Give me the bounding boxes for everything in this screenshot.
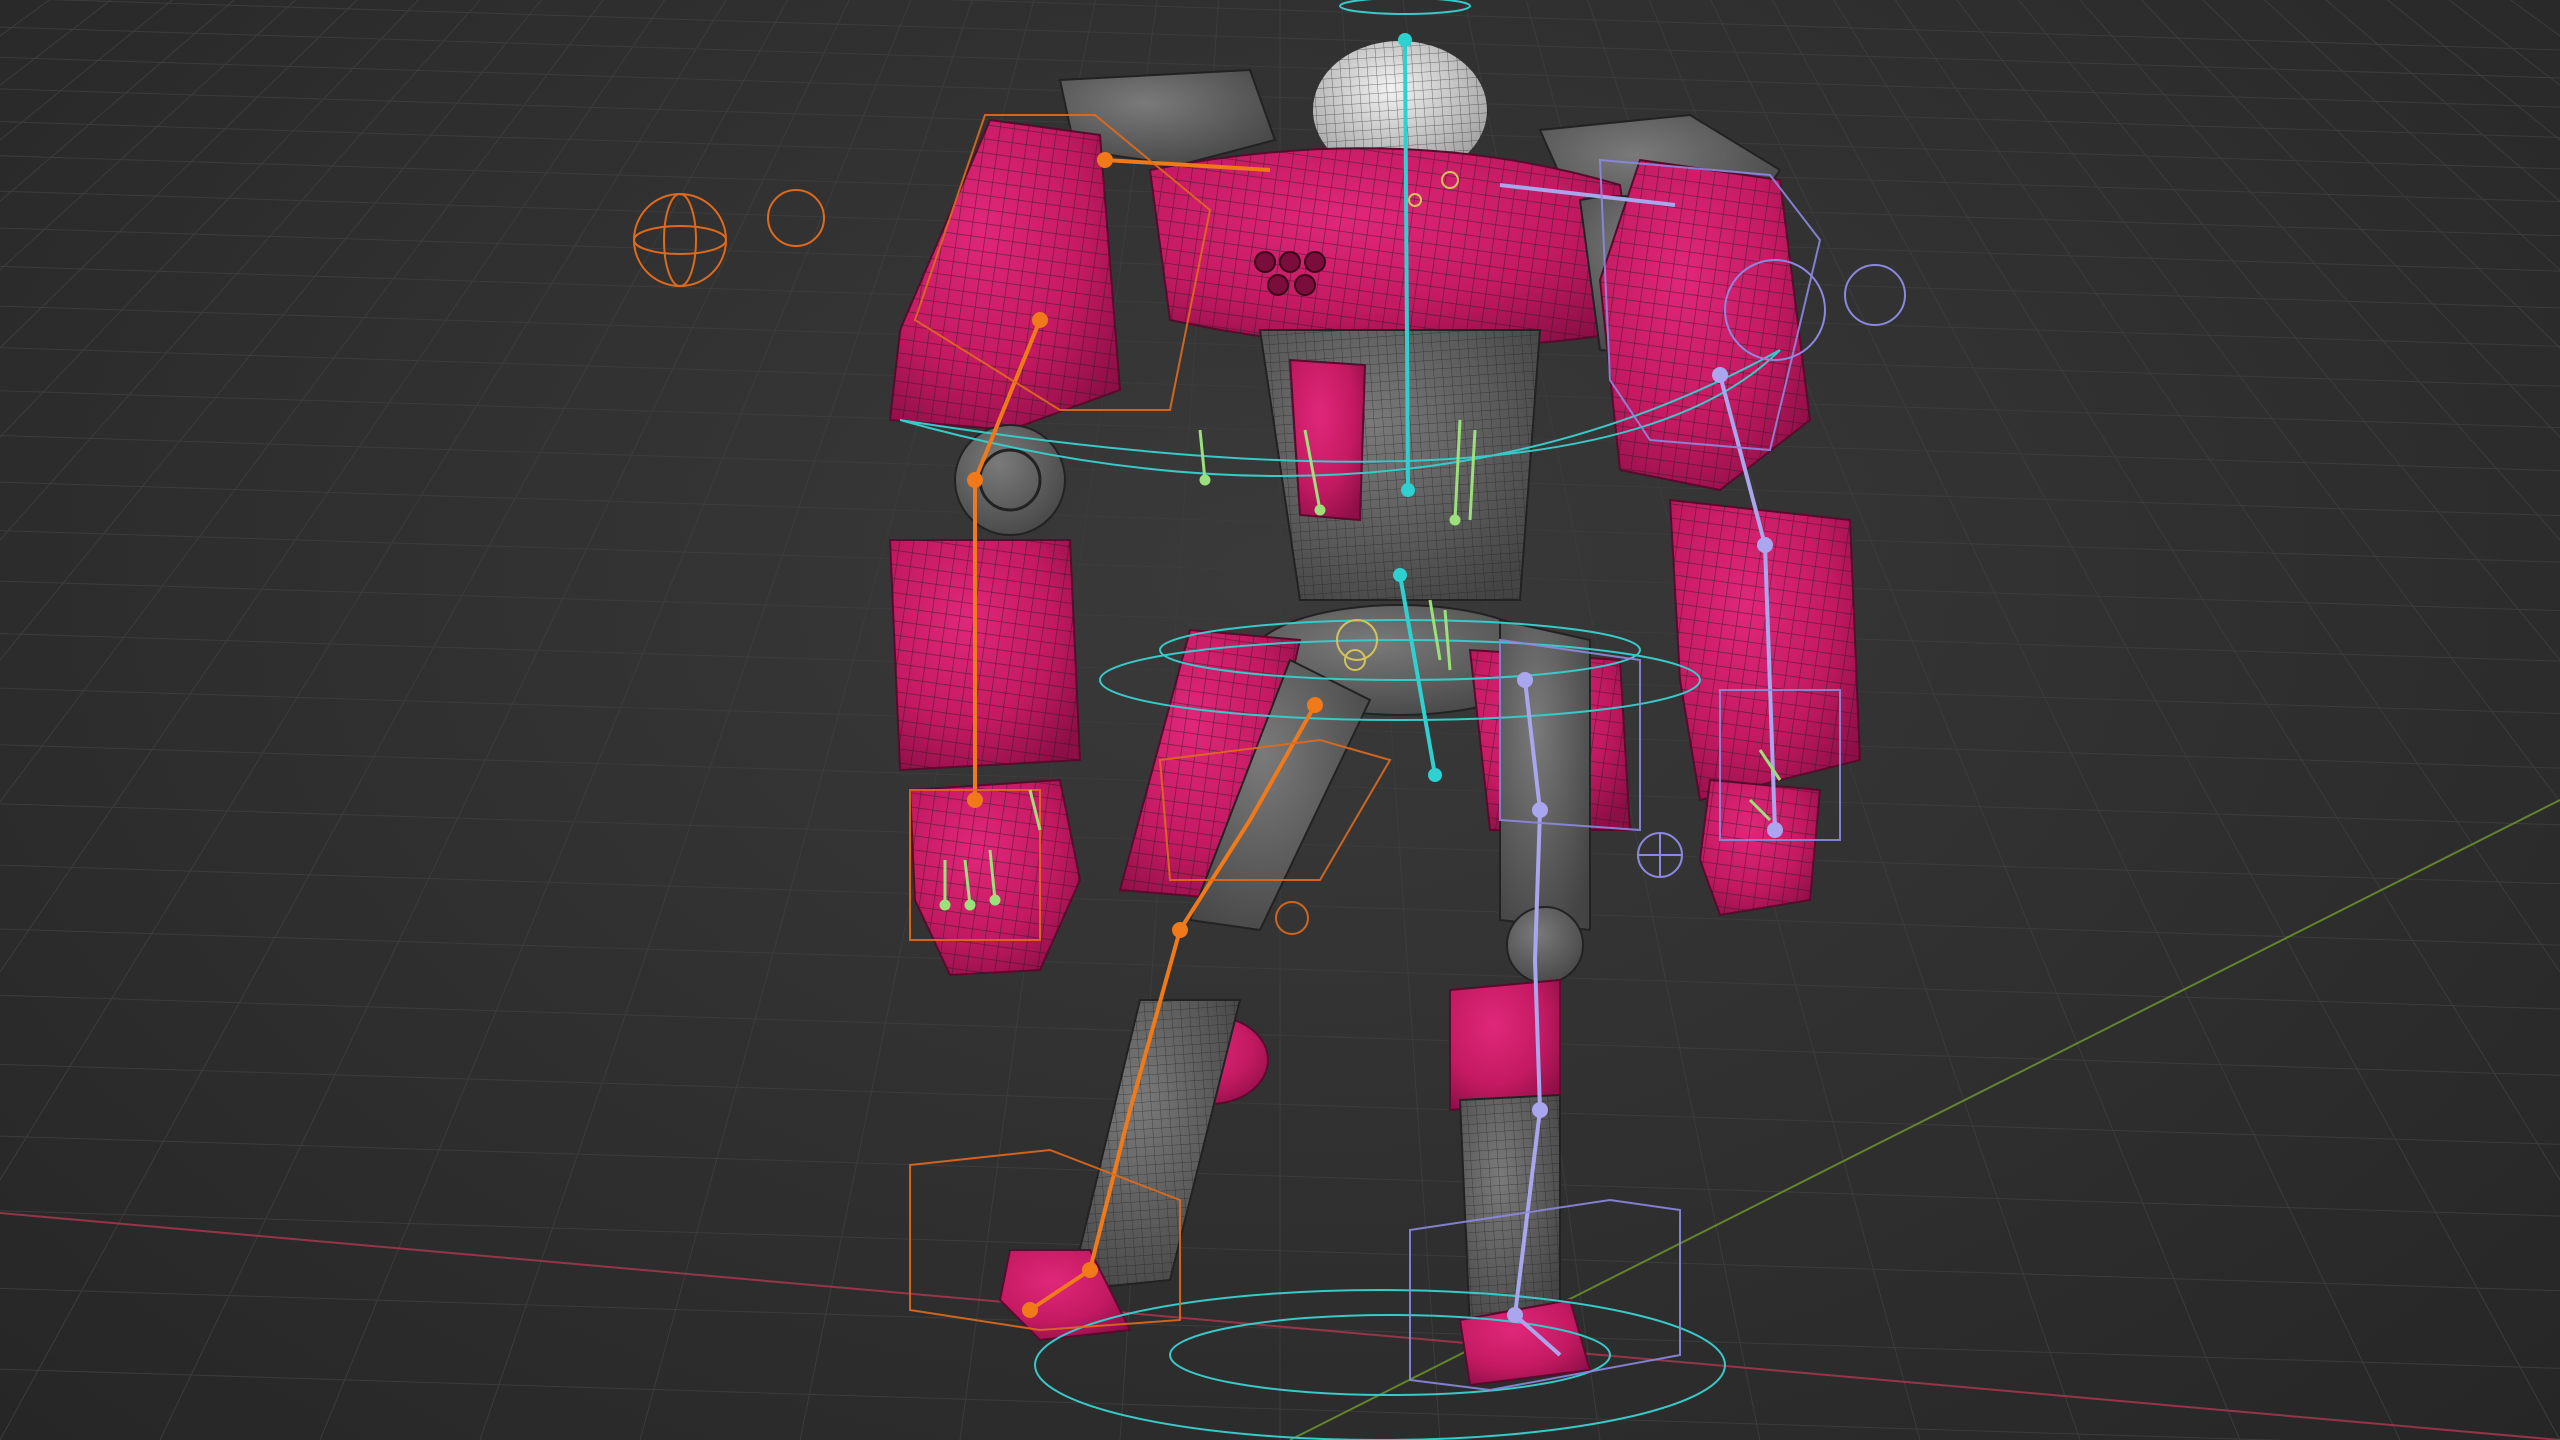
right-thigh-frame <box>1499 618 1591 932</box>
abdomen-armor <box>1288 358 1367 522</box>
world-control-widget[interactable] <box>633 189 825 287</box>
right-knee-joint <box>1506 906 1584 984</box>
robot-mesh[interactable] <box>888 39 1862 1387</box>
3d-viewport[interactable] <box>0 0 2560 1440</box>
right-shin-armor <box>1449 978 1561 1112</box>
viewport-scene <box>0 0 2560 1440</box>
